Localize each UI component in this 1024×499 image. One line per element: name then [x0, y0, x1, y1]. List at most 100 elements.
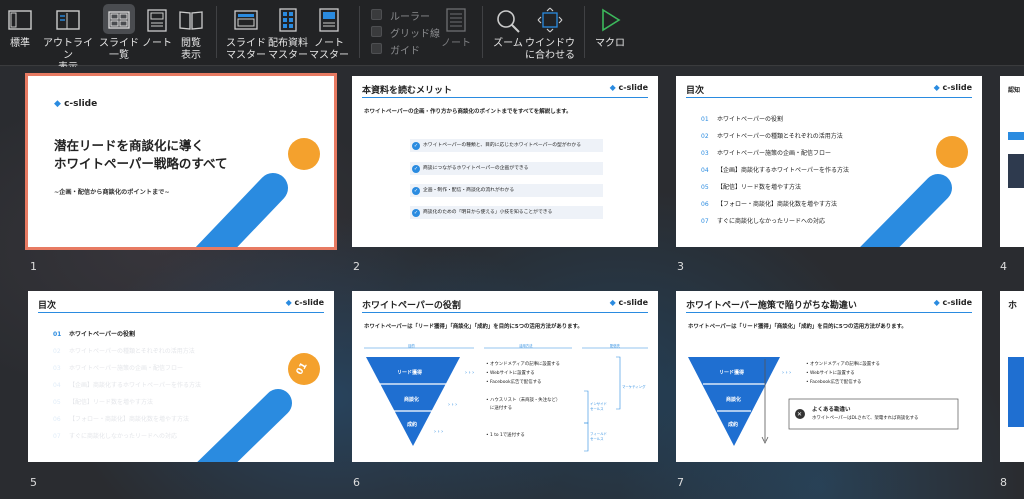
- slide-shape: [1008, 132, 1024, 140]
- toc-item: 03 ホワイトペーパー施策の企画・配信フロー: [53, 365, 183, 372]
- zoom-button[interactable]: ズーム: [490, 0, 526, 66]
- method-item: • Facebook広告で配信する: [806, 380, 862, 385]
- handout-master-icon: [279, 8, 297, 32]
- slide-thumbnail-3[interactable]: 目次 ◆ c-slide 01 ホワイトペーパーの役割 02 ホワイトペーパーの種類…: [676, 76, 982, 247]
- slide-thumbnail-8[interactable]: ホ: [1000, 291, 1024, 462]
- funnel-tier-label: 商談化: [726, 397, 742, 403]
- normal-view-button[interactable]: 標準: [2, 0, 38, 66]
- check-icon: ✓: [412, 164, 420, 173]
- callout-title: よくある勘違い: [812, 407, 851, 413]
- toc-item: 03 ホワイトペーパー施策の企画・配信フロー: [701, 150, 831, 157]
- reading-view-icon: [179, 11, 203, 30]
- slide-number-3: 3: [677, 260, 684, 273]
- toc-item: 02 ホワイトペーパーの種類とそれぞれの活用方法: [53, 348, 195, 355]
- benefit-item: ✓ 商談につながるホワイトペーパーの企画ができる: [410, 162, 603, 175]
- slide-thumbnail-1[interactable]: ◆ c-slide 潜在リードを商談化に導く ホワイトペーパー戦略のすべて ~企…: [25, 73, 337, 250]
- slide-sorter-button[interactable]: スライド 一覧: [99, 0, 139, 66]
- outline-view-icon: [56, 10, 80, 30]
- toolbar-divider: [359, 6, 360, 58]
- slide-lead: ホワイトペーパーの企画・作り方から商談化のポイントまでをすべてを解説します。: [364, 109, 572, 115]
- slide-title: 認知: [1008, 87, 1021, 94]
- toolbar-divider: [482, 6, 483, 58]
- gridlines-checkbox-box[interactable]: [371, 26, 382, 37]
- method-item: • Webサイトに設置する: [806, 371, 855, 376]
- slide-shape: [1008, 154, 1024, 188]
- method-item: • オウンドメディアの記事に設置する: [486, 362, 560, 367]
- guides-checkbox-box[interactable]: [371, 43, 382, 54]
- slide-number-4: 4: [1000, 260, 1007, 273]
- reading-view-button[interactable]: 閲覧 表示: [176, 0, 206, 66]
- slide-number-5: 5: [30, 476, 37, 489]
- notes-master-icon: [319, 8, 339, 32]
- slide-title: 本資料を読むメリット: [362, 86, 453, 96]
- notes-master-label: ノート マスター: [309, 38, 349, 61]
- toc-item: 07 すぐに商談化しなかったリードへの対応: [53, 433, 178, 440]
- svg-text:› › ›: › › ›: [782, 370, 791, 376]
- toc-item: 05 【配信】リード数を増やす方法: [53, 399, 154, 406]
- benefit-item: ✓ ホワイトペーパーの種類と、目的に応じたホワイトペーパーの型がわかる: [410, 139, 603, 152]
- slide-number-7: 7: [677, 476, 684, 489]
- slide-shape: [1008, 357, 1024, 427]
- reading-view-label: 閲覧 表示: [181, 38, 201, 61]
- funnel-tier-label: リード獲得: [397, 370, 423, 376]
- toc-item-active: 01 ホワイトペーパーの役割: [53, 331, 135, 338]
- channel-label: フィールド セールス: [590, 432, 607, 441]
- funnel-tier-label: 成約: [407, 422, 418, 428]
- svg-text:✕: ✕: [797, 411, 802, 418]
- zoom-icon: [497, 10, 520, 33]
- guides-checkbox-label: ガイド: [390, 46, 420, 57]
- slide-thumbnail-7[interactable]: ホワイトペーパー施策で陥りがちな勘違い ◆ c-slide ホワイトペーパーは「…: [676, 291, 982, 462]
- slide-logo: ◆ c-slide: [609, 83, 648, 92]
- check-icon: ✓: [412, 141, 420, 150]
- macro-label: マクロ: [595, 38, 625, 49]
- benefit-item: ✓ 商談化のための「明日から使える」小技を知ることができる: [410, 206, 603, 219]
- ruler-checkbox-label: ルーラー: [390, 12, 430, 23]
- method-item-cont: に送付する: [490, 406, 512, 411]
- slide-number-1: 1: [30, 260, 37, 273]
- slide-thumbnail-2[interactable]: 本資料を読むメリット ◆ c-slide ホワイトペーパーの企画・作り方から商談…: [352, 76, 658, 247]
- notes-master-button[interactable]: ノート マスター: [309, 0, 349, 66]
- method-item: • Webサイトに設置する: [486, 371, 535, 376]
- funnel-diagram: › › › ✕: [688, 357, 959, 446]
- fit-to-window-icon: [537, 7, 563, 33]
- toc-item: 05 【配信】リード数を増やす方法: [701, 184, 802, 191]
- check-icon: ✓: [412, 186, 420, 195]
- macro-button[interactable]: マクロ: [594, 0, 626, 66]
- toolbar-divider: [584, 6, 585, 58]
- slide-thumbnail-5[interactable]: 目次 ◆ c-slide 01 01 ホワイトペーパーの役割 02 ホワイトペーパー…: [28, 291, 334, 462]
- toc-item: 04 【企画】商談化するホワイトペーパーを作る方法: [53, 382, 201, 389]
- slide-master-icon: [234, 10, 258, 30]
- method-item: • 1 to 1で送付する: [486, 433, 525, 438]
- normal-view-icon: [8, 10, 32, 30]
- fit-to-window-button[interactable]: ウインドウ に合わせる: [525, 0, 575, 66]
- notes-label: ノート: [441, 38, 471, 49]
- outline-view-button[interactable]: アウトライン 表示: [43, 0, 93, 73]
- toc-item: 02 ホワイトペーパーの種類とそれぞれの活用方法: [701, 133, 843, 140]
- svg-text:› › ›: › › ›: [434, 429, 443, 435]
- method-item: • ハウスリスト（未商談・失注など）: [486, 398, 561, 403]
- toc-item: 07 すぐに商談化しなかったリードへの対応: [701, 218, 826, 225]
- toc-item: 04 【企画】商談化するホワイトペーパーを作る方法: [701, 167, 849, 174]
- funnel-tier-label: リード獲得: [719, 370, 745, 376]
- svg-text:› › ›: › › ›: [465, 370, 474, 376]
- slide-thumbnail-6[interactable]: ホワイトペーパーの役割 ◆ c-slide ホワイトペーパーは「リード獲得」「商…: [352, 291, 658, 462]
- benefit-item: ✓ 企画・制作・配信・商談化の流れがわかる: [410, 184, 603, 197]
- ruler-checkbox-box[interactable]: [371, 9, 382, 20]
- slide-number-8: 8: [1000, 476, 1007, 489]
- notes-icon: [446, 8, 466, 32]
- slide-number-2: 2: [353, 260, 360, 273]
- funnel-tier-label: 商談化: [404, 397, 420, 403]
- view-ribbon-toolbar: 標準 アウトライン 表示 スライド 一覧 ノート: [0, 0, 1024, 73]
- toc-item: 06 【フォロー・商談化】商談化数を増やす方法: [53, 416, 190, 423]
- method-item: • Facebook広告で配信する: [486, 380, 542, 385]
- channel-label: マーケティング: [622, 385, 646, 389]
- check-icon: ✓: [412, 208, 420, 217]
- toolbar-divider: [216, 6, 217, 58]
- notes-button[interactable]: ノート: [440, 0, 472, 66]
- title-rule: [362, 97, 648, 98]
- slide-number-6: 6: [353, 476, 360, 489]
- fit-to-window-label: ウインドウ に合わせる: [525, 38, 575, 61]
- toc-item: 06 【フォロー・商談化】商談化数を増やす方法: [701, 201, 838, 208]
- slide-sorter-icon: [108, 11, 130, 29]
- slide-thumbnail-4[interactable]: 認知: [1000, 76, 1024, 247]
